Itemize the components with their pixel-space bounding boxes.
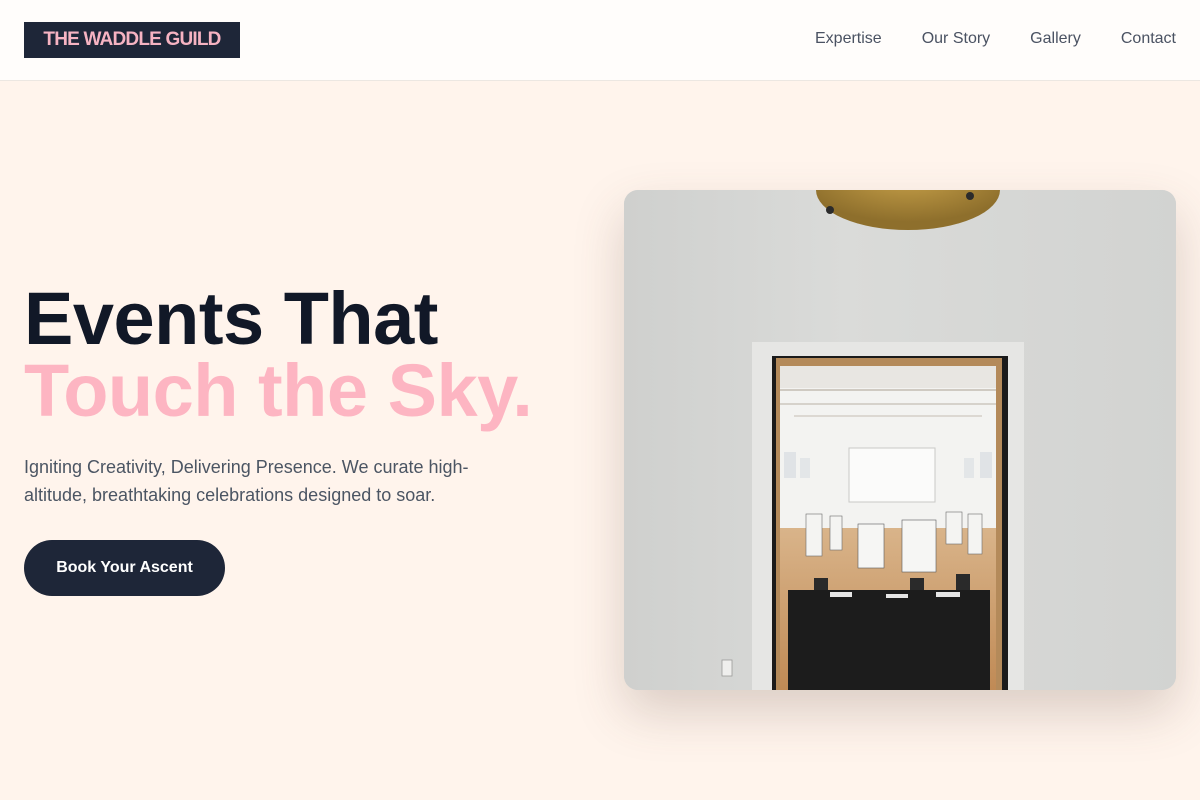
hero-text: Events That Touch the Sky. Igniting Crea…	[24, 277, 564, 509]
nav-link-contact[interactable]: Contact	[1121, 29, 1176, 49]
site-header: THE WADDLE GUILD Expertise Our Story Gal…	[0, 0, 1200, 81]
book-ascent-button[interactable]: Book Your Ascent	[24, 540, 225, 596]
headline-line-2: Touch the Sky.	[24, 349, 533, 432]
brand-logo[interactable]: THE WADDLE GUILD	[24, 22, 240, 58]
main-nav: Expertise Our Story Gallery Contact	[815, 29, 1176, 49]
hero-subtitle: Igniting Creativity, Delivering Presence…	[24, 457, 469, 505]
nav-link-our-story[interactable]: Our Story	[922, 29, 990, 49]
hero-photo	[624, 190, 1176, 690]
nav-link-expertise[interactable]: Expertise	[815, 29, 882, 49]
venue-doorway-image	[624, 190, 1176, 690]
hero-headline: Events That Touch the Sky.	[24, 277, 564, 432]
headline-line-1: Events That	[24, 277, 438, 360]
nav-link-gallery[interactable]: Gallery	[1030, 29, 1081, 49]
